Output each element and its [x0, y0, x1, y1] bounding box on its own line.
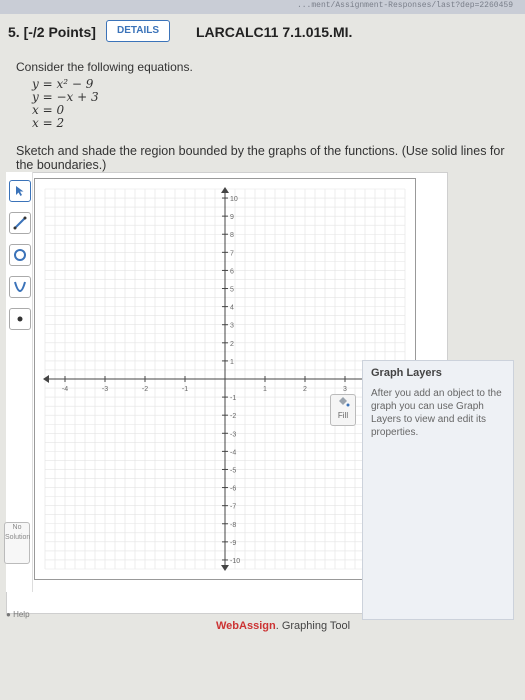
- question-number: 5. [-/2 Points]: [8, 24, 96, 40]
- y-tick-label: -9: [230, 540, 236, 547]
- y-tick-label: -10: [230, 558, 240, 565]
- help-icon: ●: [6, 610, 11, 619]
- y-tick-label: 2: [230, 341, 234, 348]
- y-tick-label: 1: [230, 359, 234, 366]
- equation-list: y = x² − 9 y = −x + 3 x = 0 x = 2: [32, 78, 99, 130]
- graph-grid[interactable]: -4-3-2-1123410987654321-1-2-3-4-5-6-7-8-…: [35, 179, 415, 579]
- y-tick-label: -1: [230, 395, 236, 402]
- y-tick-label: -6: [230, 486, 236, 493]
- y-tick-label: 7: [230, 250, 234, 257]
- x-tick-label: -2: [142, 386, 148, 393]
- footer-suffix: . Graphing Tool: [275, 620, 351, 632]
- y-tick-label: -8: [230, 522, 236, 529]
- y-axis-arrow-top: [221, 187, 229, 193]
- details-button[interactable]: DETAILS: [106, 20, 170, 42]
- equation-4: x = 2: [32, 116, 65, 130]
- no-solution-label: No Solution: [5, 524, 31, 541]
- graph-layers-panel: Graph Layers After you add an object to …: [362, 360, 514, 620]
- y-tick-label: 3: [230, 323, 234, 330]
- point-tool-button[interactable]: [9, 308, 31, 330]
- graph-layers-title: Graph Layers: [371, 367, 442, 379]
- line-icon: [13, 216, 27, 230]
- line-tool-button[interactable]: [9, 212, 31, 234]
- x-tick-label: -3: [102, 386, 108, 393]
- paint-bucket-icon: [339, 397, 350, 407]
- y-tick-label: 6: [230, 268, 234, 275]
- circle-icon: [14, 249, 26, 261]
- parabola-tool-button[interactable]: [9, 276, 31, 298]
- x-tick-label: 1: [263, 386, 267, 393]
- fill-button[interactable]: Fill: [330, 394, 356, 426]
- y-tick-label: 4: [230, 305, 234, 312]
- url-text: ...ment/Assignment-Responses/last?dep=22…: [296, 1, 513, 10]
- no-solution-button[interactable]: No Solution: [4, 522, 30, 564]
- x-axis-arrow-left: [43, 375, 49, 383]
- y-tick-label: 10: [230, 196, 238, 203]
- fill-label: Fill: [337, 411, 349, 420]
- x-tick-label: -4: [62, 386, 68, 393]
- footer-brand: WebAssign. Graphing Tool: [216, 620, 350, 632]
- select-tool-button[interactable]: [9, 180, 31, 202]
- graph-layers-text: After you add an object to the graph you…: [371, 388, 502, 438]
- help-button[interactable]: ● Help: [6, 610, 30, 619]
- y-tick-label: -4: [230, 449, 236, 456]
- parabola-icon: [14, 281, 26, 292]
- question-prompt: Consider the following equations.: [16, 60, 193, 74]
- circle-tool-button[interactable]: [9, 244, 31, 266]
- webassign-logo: WebAssign: [216, 620, 276, 632]
- graph-canvas[interactable]: -4-3-2-1123410987654321-1-2-3-4-5-6-7-8-…: [34, 178, 416, 580]
- x-tick-label: 3: [343, 386, 347, 393]
- browser-url-bar: ...ment/Assignment-Responses/last?dep=22…: [0, 0, 525, 14]
- y-tick-label: 9: [230, 214, 234, 221]
- y-tick-label: -5: [230, 467, 236, 474]
- y-tick-label: 5: [230, 287, 234, 294]
- x-tick-label: -1: [182, 386, 188, 393]
- question-instruction: Sketch and shade the region bounded by t…: [16, 144, 505, 172]
- y-axis-arrow-bottom: [221, 565, 229, 571]
- arrow-icon: [16, 186, 24, 196]
- question-id: LARCALC11 7.1.015.MI.: [196, 24, 353, 40]
- y-tick-label: -7: [230, 504, 236, 511]
- x-tick-label: 2: [303, 386, 307, 393]
- y-tick-label: 8: [230, 232, 234, 239]
- help-label: Help: [13, 610, 30, 619]
- y-tick-label: -2: [230, 413, 236, 420]
- y-tick-label: -3: [230, 431, 236, 438]
- point-icon: [17, 316, 23, 322]
